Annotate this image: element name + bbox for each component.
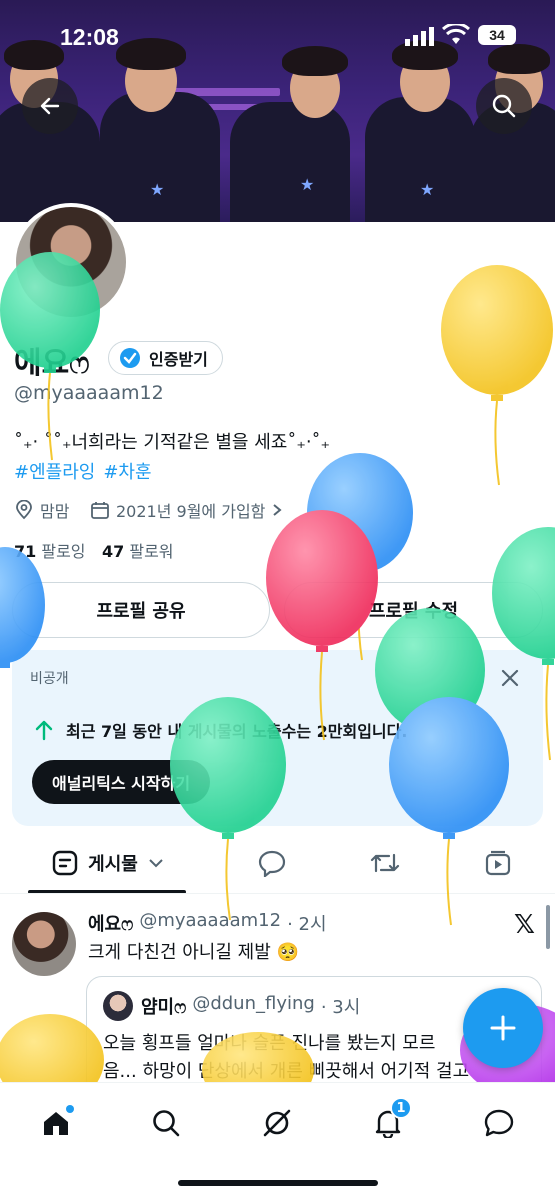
verified-badge-icon [120, 348, 140, 368]
followers-link[interactable]: 47 팔로워 [102, 538, 174, 562]
followers-count: 47 [102, 542, 125, 561]
status-time: 12:08 [60, 24, 119, 50]
message-prefix: 최근 7일 동안 내 게시물의 노출수는 [66, 722, 317, 741]
search-icon [153, 1110, 180, 1137]
tweet-avatar[interactable] [12, 912, 76, 976]
grok-icon [263, 1109, 291, 1137]
x-logo-icon: 𝕏 [514, 910, 535, 940]
location-text: 맘맘 [40, 502, 70, 521]
joined-text: 2021년 9월에 가입함 [116, 502, 266, 521]
wifi-icon [441, 22, 471, 50]
tweet-time: · 2시 [287, 914, 327, 935]
home-indicator [178, 1180, 378, 1186]
joined-row[interactable]: 2021년 9월에 가입함 [90, 498, 283, 522]
verify-label: 인증받기 [149, 350, 208, 369]
start-analytics-button[interactable]: 애널리틱스 시작하기 [32, 760, 211, 804]
profile-avatar[interactable] [12, 203, 130, 321]
battery-icon: 34 [478, 25, 516, 45]
search-button[interactable] [476, 78, 532, 134]
quote-text-line-1: 오늘 횡프들 얼마나 슬픈 진나를 봤는지 모르 [103, 1033, 436, 1054]
bottom-navigation: 1 [0, 1082, 555, 1200]
signal-icon [405, 26, 435, 50]
tweet-text: 크게 다친건 아니길 제발 🥺 [88, 942, 299, 963]
followers-label: 팔로워 [129, 542, 174, 561]
following-count: 71 [14, 542, 37, 561]
analytics-card: 비공개 최근 7일 동안 내 게시물의 노출수는 2만회입니다. 애널리틱스 시… [12, 650, 543, 826]
arrow-up-icon [35, 720, 53, 741]
tabs-divider [0, 893, 555, 894]
hashtag-link[interactable]: #엔플라잉 [14, 458, 95, 484]
home-icon [44, 1112, 68, 1135]
quote-text-line-2: 음... 하망이 단상에서 개른 삐끗해서 어기적 걸고 [103, 1061, 470, 1082]
impressions-message: 최근 7일 동안 내 게시물의 노출수는 2만회입니다. [34, 718, 407, 742]
nav-messages[interactable] [477, 1101, 521, 1145]
scrollbar[interactable] [546, 905, 550, 949]
profile-handle: @myaaaaam12 [14, 382, 164, 404]
search-icon [492, 94, 516, 118]
location-row: 맘맘 [14, 498, 69, 522]
quote-author-name: 얌미ෆ [141, 997, 187, 1018]
compose-button[interactable] [463, 988, 543, 1068]
close-button[interactable] [498, 666, 522, 694]
quote-avatar [103, 991, 133, 1021]
profile-name: 에요ෆ [14, 346, 90, 381]
verify-button[interactable]: 인증받기 [108, 341, 223, 375]
tab-posts-label: 게시물 [88, 854, 138, 875]
tab-media[interactable] [474, 836, 522, 890]
nav-home[interactable] [34, 1101, 78, 1145]
back-button[interactable] [22, 78, 78, 134]
chevron-down-icon [149, 859, 163, 868]
home-dot [66, 1105, 74, 1113]
calendar-icon [91, 502, 109, 519]
following-label: 팔로잉 [41, 542, 86, 561]
tab-posts[interactable]: 게시물 [28, 836, 188, 890]
edit-profile-button[interactable]: 프로필 수정 [284, 582, 543, 638]
close-icon [501, 669, 519, 687]
quote-author-handle: @ddun_flying [192, 993, 315, 1014]
nav-notifications[interactable]: 1 [366, 1097, 412, 1145]
tweet-author-handle[interactable]: @myaaaaam12 [139, 910, 281, 936]
plus-icon [490, 1015, 516, 1041]
tab-reposts[interactable] [360, 836, 410, 890]
nav-grok[interactable] [255, 1101, 299, 1145]
tab-replies[interactable] [248, 836, 296, 890]
bio-hashtags: #엔플라잉 #차훈 [14, 458, 152, 484]
profile-tabs: 게시물 [0, 836, 555, 894]
location-pin-icon [16, 500, 32, 520]
reply-icon [258, 850, 286, 877]
messages-icon [484, 1109, 514, 1137]
video-icon [485, 850, 511, 876]
chevron-right-icon [273, 504, 282, 516]
share-profile-button[interactable]: 프로필 공유 [12, 582, 270, 638]
following-link[interactable]: 71 팔로잉 [14, 538, 86, 562]
notification-badge: 1 [390, 1097, 412, 1119]
quote-time: · 3시 [320, 997, 361, 1018]
card-label: 비공개 [30, 671, 69, 687]
hashtag-link[interactable]: #차훈 [103, 458, 151, 484]
quote-header: 얌미ෆ @ddun_flying · 3시 [141, 993, 360, 1019]
nav-search[interactable] [144, 1101, 188, 1145]
tweet-author-name[interactable]: 에요ෆ [88, 910, 133, 936]
profile-bio: ˚₊‧ ˚˚₊너희라는 기적같은 별을 세죠˚₊‧˚₊ [14, 432, 331, 453]
tweet-header: 에요ෆ @myaaaaam12 · 2시 [88, 910, 327, 936]
arrow-left-icon [40, 97, 60, 115]
posts-icon [52, 850, 78, 876]
message-value: 2만회입니다. [316, 722, 408, 741]
repost-icon [370, 853, 400, 873]
